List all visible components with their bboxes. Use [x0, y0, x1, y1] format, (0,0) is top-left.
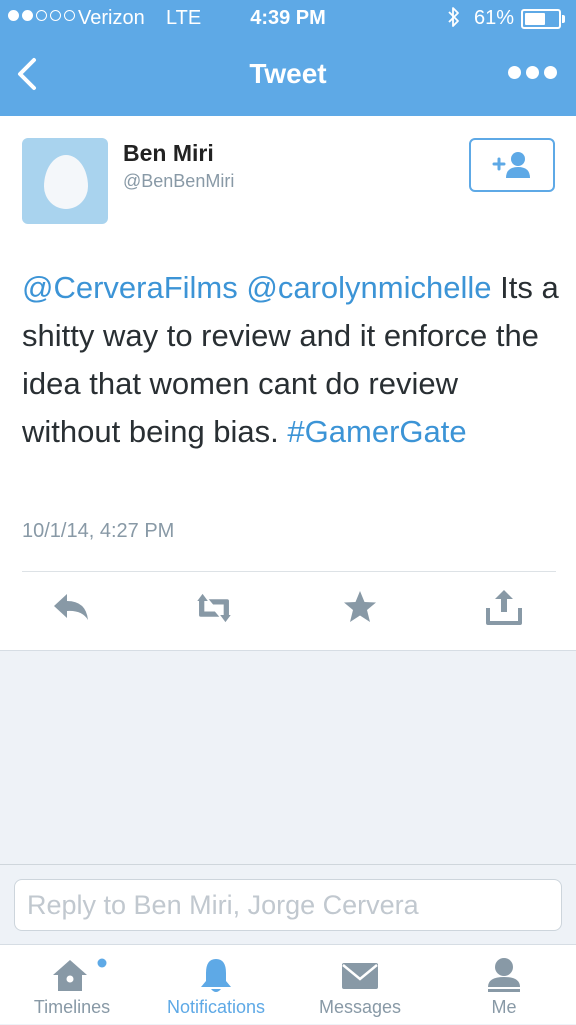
tweet-text: @CerveraFilms @carolynmichelle Its a shi… — [22, 264, 562, 456]
tab-messages[interactable]: Messages — [288, 945, 432, 1025]
hashtag-link[interactable]: #GamerGate — [287, 414, 466, 449]
follow-button[interactable] — [469, 138, 555, 192]
person-icon — [488, 958, 520, 992]
bell-icon — [201, 959, 231, 992]
tab-notifications[interactable]: Notifications — [144, 945, 288, 1025]
share-icon[interactable] — [482, 586, 526, 630]
mention-link[interactable]: @carolynmichelle — [246, 270, 491, 305]
mention-link[interactable]: @CerveraFilms — [22, 270, 238, 305]
battery-percent: 61% — [474, 7, 515, 29]
reply-bar — [0, 864, 576, 944]
header: Verizon LTE 4:39 PM 61% Tweet — [0, 0, 576, 116]
tweet-actions — [0, 586, 576, 636]
tab-label: Timelines — [33, 997, 111, 1017]
reply-icon[interactable] — [50, 586, 94, 630]
battery-icon — [521, 9, 561, 29]
tweet-timestamp: 10/1/14, 4:27 PM — [22, 520, 175, 542]
avatar[interactable] — [22, 138, 108, 224]
tab-label: Notifications — [166, 997, 266, 1017]
envelope-icon — [342, 963, 378, 989]
more-options-icon[interactable] — [508, 66, 558, 86]
page-title: Tweet — [249, 58, 327, 89]
tab-timelines[interactable]: Timelines — [0, 945, 144, 1025]
add-person-icon — [492, 152, 530, 178]
tab-label: Me — [491, 997, 517, 1017]
tweet-detail: Ben Miri @BenBenMiri @CerveraFilms @caro… — [0, 116, 576, 651]
reply-input[interactable] — [14, 879, 562, 931]
author-name[interactable]: Ben Miri — [123, 140, 214, 167]
tab-me[interactable]: Me — [432, 945, 576, 1025]
tab-bar: Timelines Notifications Messages Me — [0, 944, 576, 1024]
home-icon — [53, 958, 107, 991]
bluetooth-icon — [448, 7, 459, 27]
retweet-icon[interactable] — [192, 586, 236, 630]
status-bar: Verizon LTE 4:39 PM 61% — [0, 0, 576, 38]
divider — [22, 571, 556, 572]
nav-bar: Tweet — [0, 38, 576, 116]
tab-label: Messages — [318, 997, 402, 1017]
author-handle[interactable]: @BenBenMiri — [123, 171, 234, 192]
default-egg-icon — [44, 155, 88, 209]
favorite-star-icon[interactable] — [338, 586, 382, 630]
